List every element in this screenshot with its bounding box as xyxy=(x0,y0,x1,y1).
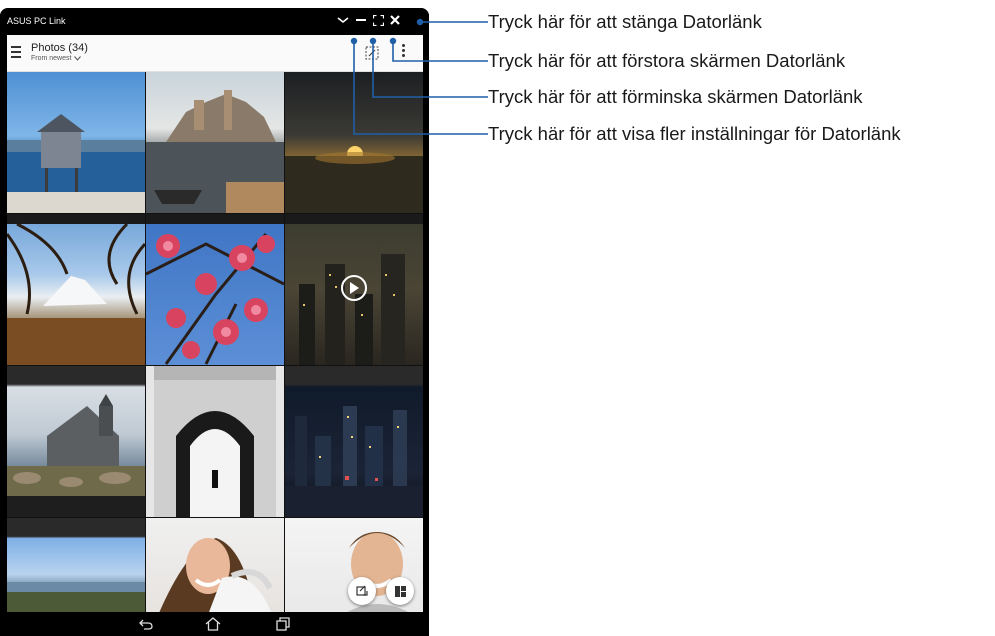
callout-close-text: Tryck här för att stänga Datorlänk xyxy=(488,11,762,32)
callout-line-more xyxy=(353,41,488,135)
callout-dot-more xyxy=(350,37,358,45)
callout-maximize-text: Tryck här för att förstora skärmen Dator… xyxy=(488,50,846,71)
callout-dot-close xyxy=(416,18,424,26)
callout-dot-maximize xyxy=(389,37,397,45)
callout-more-settings-text: Tryck här för att visa fler inställninga… xyxy=(488,123,901,144)
callout-minimize-text: Tryck här för att förminska skärmen Dato… xyxy=(488,86,863,107)
callout-line-maximize xyxy=(392,41,488,62)
callout-dot-minimize xyxy=(369,37,377,45)
callout-line-minimize xyxy=(372,41,488,98)
